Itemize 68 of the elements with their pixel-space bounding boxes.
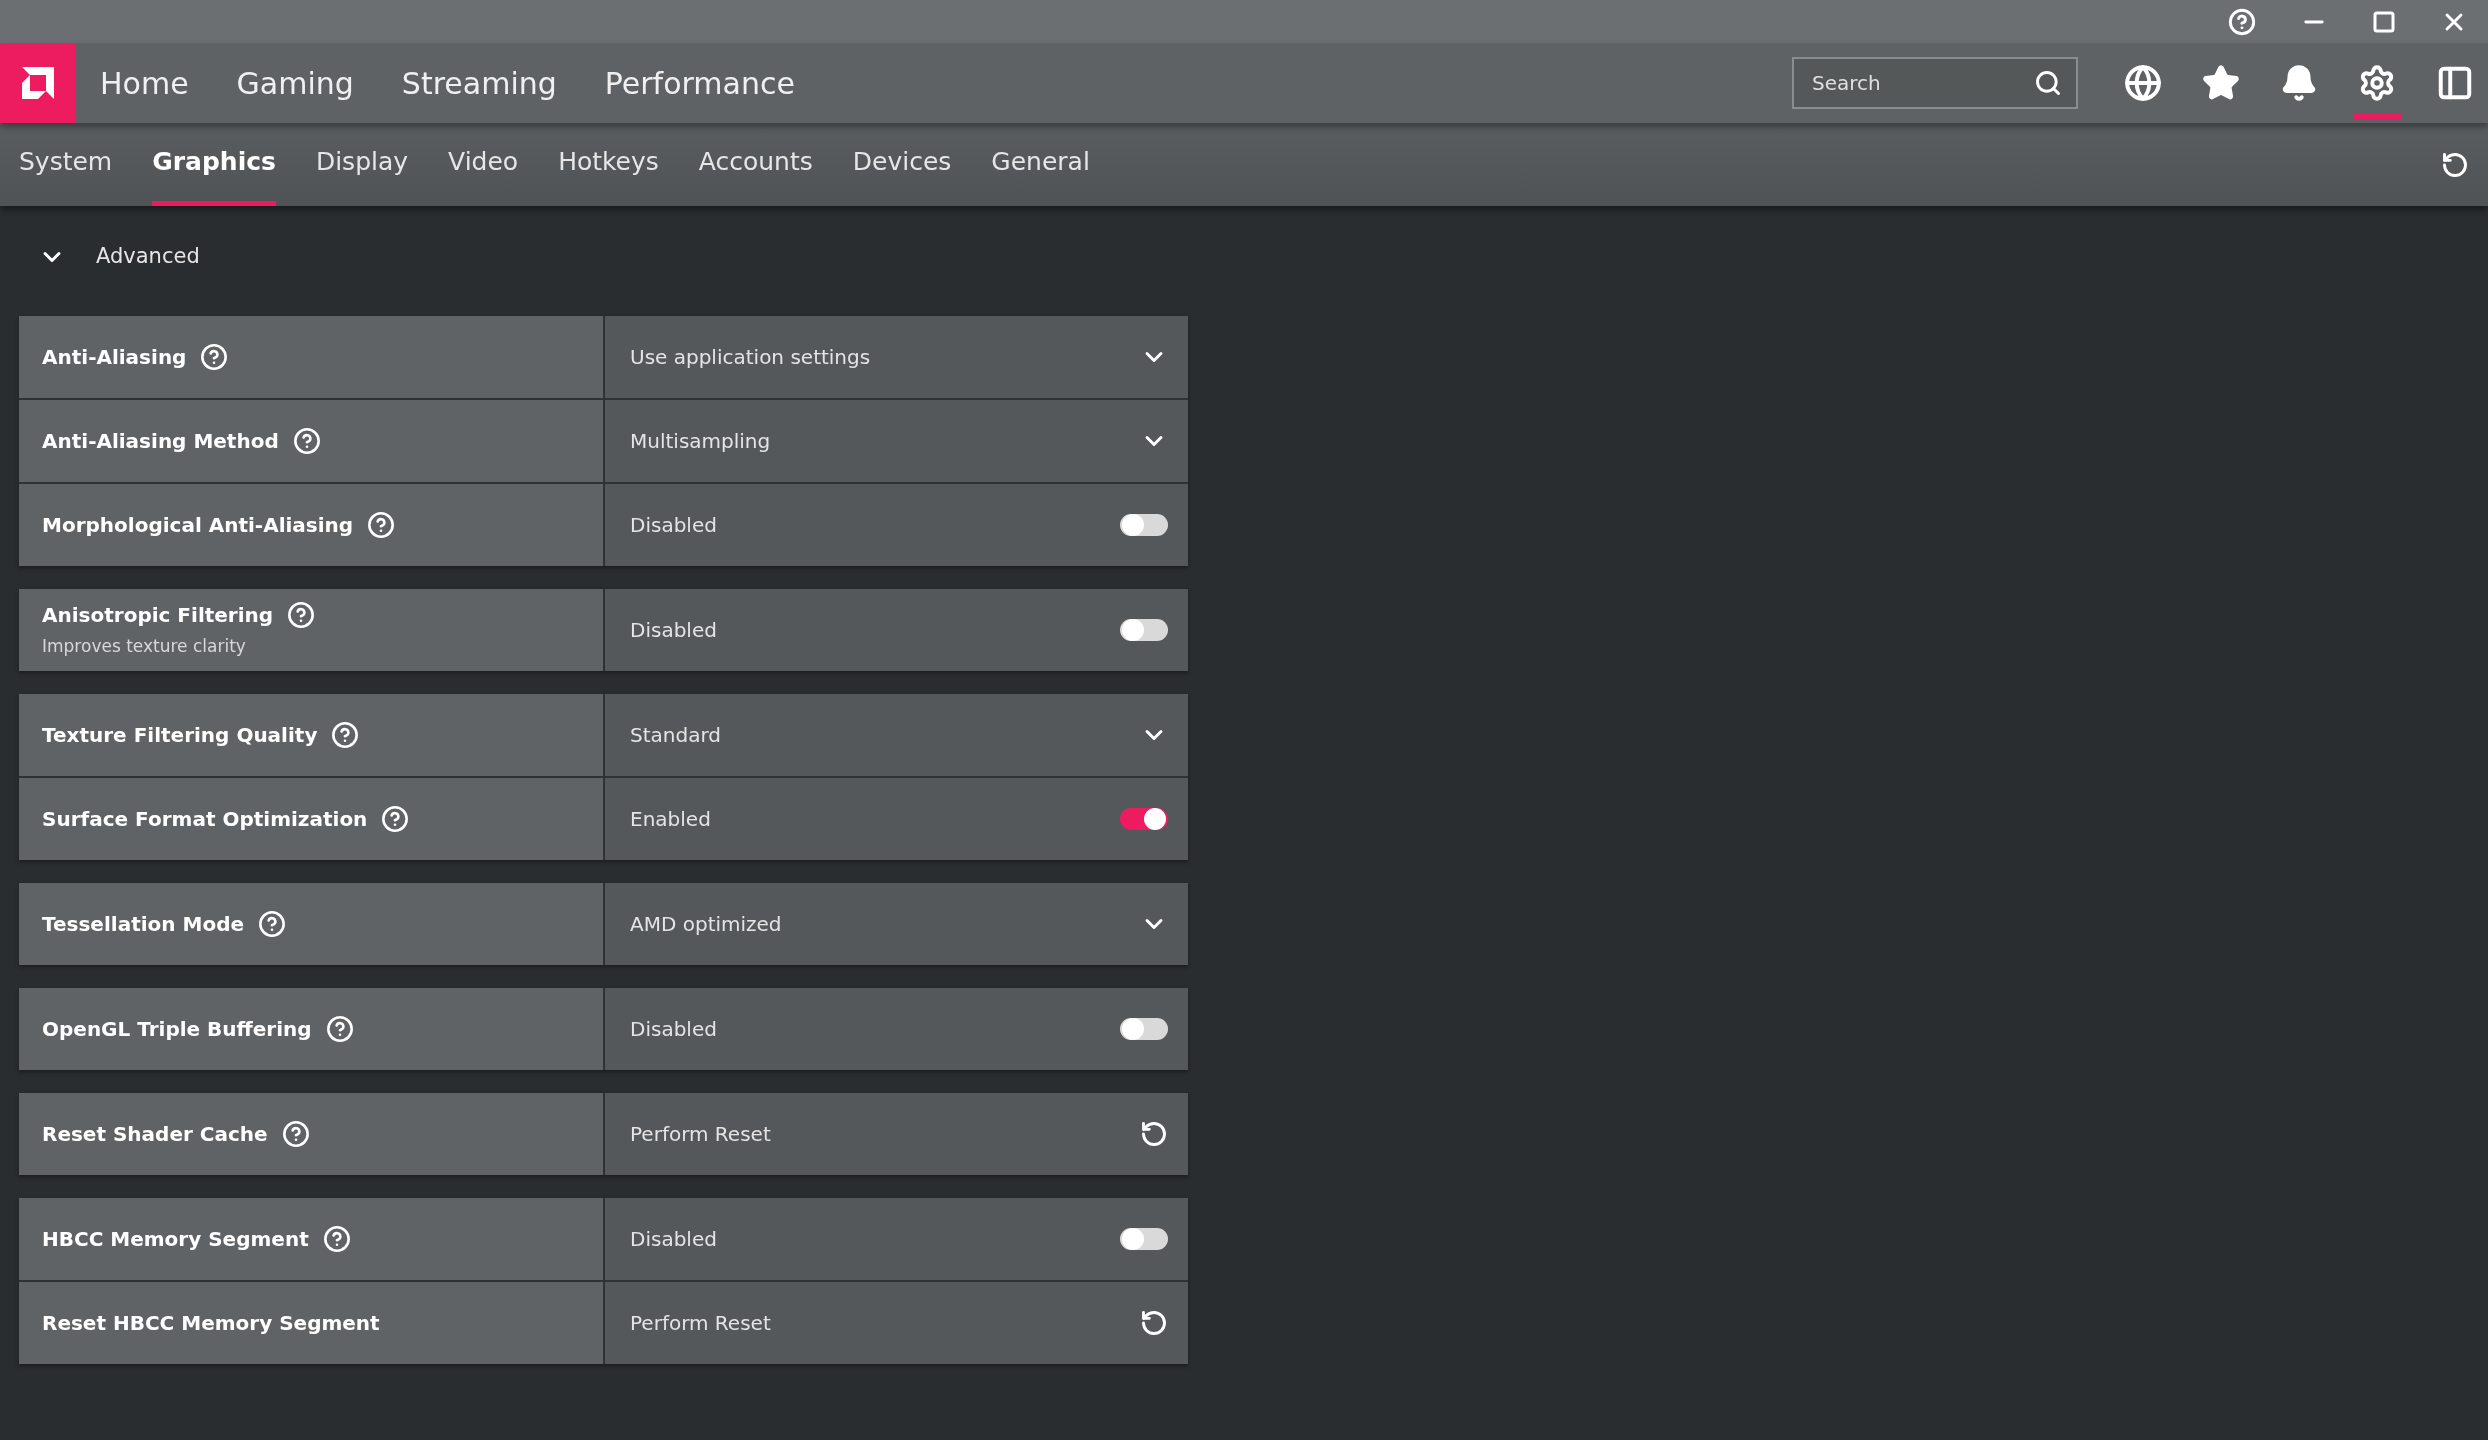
setting-value: Multisampling bbox=[630, 428, 771, 455]
settings-tab[interactable]: Graphics bbox=[152, 123, 276, 206]
setting-label: Tessellation Mode bbox=[42, 911, 244, 938]
help-icon[interactable] bbox=[281, 1120, 310, 1148]
settings-tab[interactable]: Video bbox=[448, 123, 519, 206]
help-icon[interactable] bbox=[292, 427, 321, 455]
setting-value: Disabled bbox=[630, 1226, 717, 1253]
logo[interactable] bbox=[0, 43, 76, 123]
setting-value: Enabled bbox=[630, 806, 711, 833]
help-icon[interactable] bbox=[325, 1015, 354, 1043]
help-icon[interactable] bbox=[367, 511, 396, 539]
search-icon[interactable] bbox=[2034, 69, 2062, 97]
sidebar-icon[interactable] bbox=[2436, 64, 2474, 102]
settings-tab[interactable]: Hotkeys bbox=[558, 123, 659, 206]
toggle-switch[interactable] bbox=[1120, 808, 1168, 830]
star-icon[interactable] bbox=[2202, 64, 2240, 102]
nav-tab[interactable]: Home bbox=[100, 60, 189, 106]
help-icon[interactable] bbox=[200, 343, 229, 371]
bell-icon[interactable] bbox=[2280, 64, 2318, 102]
setting-value: AMD optimized bbox=[630, 911, 782, 938]
reset-icon[interactable] bbox=[2441, 150, 2469, 179]
settings-tab[interactable]: General bbox=[991, 123, 1090, 206]
settings-tab[interactable]: Display bbox=[315, 123, 409, 206]
toggle-switch[interactable] bbox=[1120, 1228, 1168, 1250]
settings-icon[interactable] bbox=[2358, 64, 2396, 102]
dropdown-field[interactable]: AMD optimized bbox=[605, 883, 1188, 965]
globe-icon[interactable] bbox=[2124, 64, 2162, 102]
reset-icon[interactable] bbox=[1140, 1309, 1168, 1337]
help-icon[interactable] bbox=[287, 601, 316, 630]
setting-label: OpenGL Triple Buffering bbox=[42, 1016, 312, 1043]
setting-value: Disabled bbox=[630, 617, 717, 644]
search-field[interactable]: Search bbox=[1792, 57, 2078, 109]
dropdown-field[interactable]: Multisampling bbox=[605, 400, 1188, 482]
toggle-switch[interactable] bbox=[1120, 514, 1168, 536]
setting-value: Perform Reset bbox=[630, 1121, 771, 1148]
setting-value: Perform Reset bbox=[630, 1310, 771, 1337]
maximize-icon[interactable] bbox=[2372, 9, 2396, 34]
dropdown-field[interactable]: Standard bbox=[605, 694, 1188, 776]
settings-tab[interactable]: System bbox=[19, 123, 113, 206]
setting-subtitle: Improves texture clarity bbox=[42, 635, 247, 659]
setting-label: Morphological Anti-Aliasing bbox=[42, 512, 354, 539]
nav-tab[interactable]: Streaming bbox=[401, 60, 557, 106]
setting-label: Reset Shader Cache bbox=[42, 1121, 268, 1148]
setting-label: Texture Filtering Quality bbox=[42, 722, 318, 749]
nav-tab[interactable]: Gaming bbox=[236, 60, 354, 106]
setting-label: Reset HBCC Memory Segment bbox=[42, 1310, 380, 1337]
help-icon[interactable] bbox=[381, 805, 410, 833]
toggle-switch[interactable] bbox=[1120, 619, 1168, 641]
settings-tab[interactable]: Devices bbox=[852, 123, 952, 206]
setting-label: Surface Format Optimization bbox=[42, 806, 368, 833]
help-icon[interactable] bbox=[258, 910, 286, 938]
setting-label: Anisotropic Filtering bbox=[42, 602, 274, 630]
reset-icon[interactable] bbox=[1140, 1120, 1168, 1148]
nav-tab[interactable]: Performance bbox=[604, 60, 795, 106]
setting-value: Disabled bbox=[630, 512, 717, 539]
setting-value: Disabled bbox=[630, 1016, 717, 1043]
setting-label: Anti-Aliasing bbox=[42, 344, 187, 371]
help-icon[interactable] bbox=[322, 1225, 351, 1253]
help-icon[interactable] bbox=[331, 721, 360, 749]
setting-value: Standard bbox=[630, 722, 721, 749]
section-label[interactable]: Advanced bbox=[96, 241, 200, 273]
dropdown-field[interactable]: Use application settings bbox=[605, 316, 1188, 398]
help-icon[interactable] bbox=[2228, 7, 2256, 36]
toggle-switch[interactable] bbox=[1120, 1018, 1168, 1040]
setting-label: HBCC Memory Segment bbox=[42, 1226, 309, 1253]
settings-tab[interactable]: Accounts bbox=[698, 123, 813, 206]
setting-value: Use application settings bbox=[630, 344, 871, 371]
setting-label: Anti-Aliasing Method bbox=[42, 428, 279, 455]
